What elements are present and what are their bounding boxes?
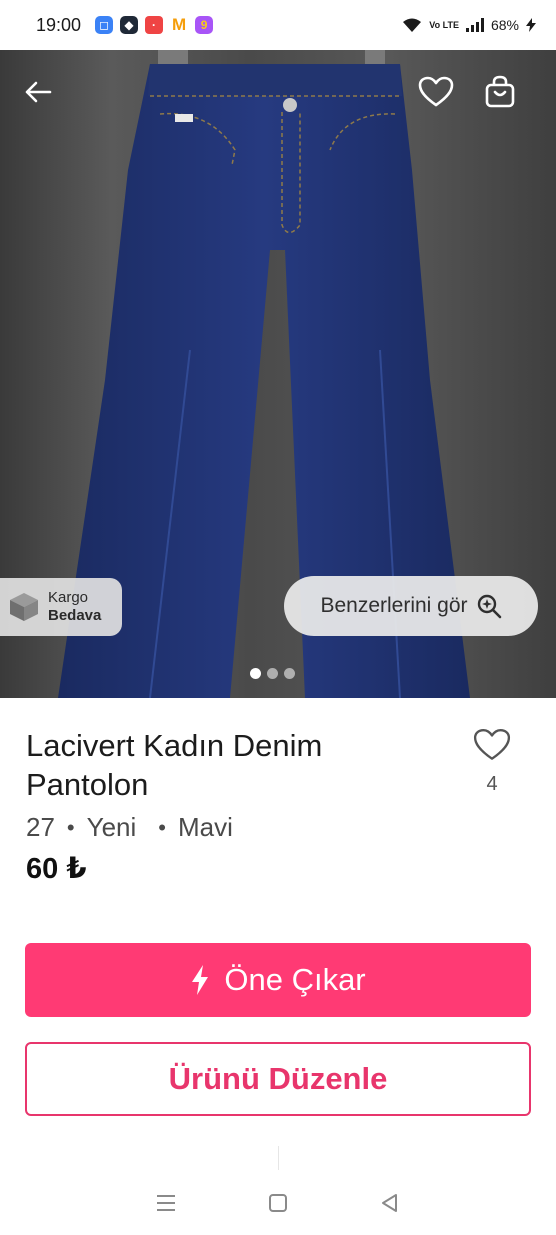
system-navigation-bar xyxy=(0,1170,556,1235)
meta-bullet: • xyxy=(158,814,166,840)
home-button[interactable] xyxy=(258,1183,298,1223)
product-price: 60 ₺ xyxy=(26,853,87,885)
free-shipping-text: Kargo Bedava xyxy=(48,589,101,625)
status-bar: 19:00 ◻ ◆ · M 9 Vo LTE 68% xyxy=(0,0,556,50)
app-red-icon: · xyxy=(145,16,164,34)
app-blue-icon: ◻ xyxy=(95,16,114,34)
heart-outline-icon xyxy=(418,76,454,107)
cart-button[interactable] xyxy=(480,72,520,112)
edit-product-label: Ürünü Düzenle xyxy=(168,1061,388,1096)
product-image[interactable]: Kargo Bedava Benzerlerini gör xyxy=(0,50,556,698)
favorite-count: 4 xyxy=(486,773,498,795)
pagination-dot-2[interactable] xyxy=(267,668,278,679)
product-condition: Yeni xyxy=(86,812,137,842)
triangle-back-icon xyxy=(382,1193,397,1212)
image-pagination xyxy=(250,668,295,679)
signal-icon xyxy=(465,18,484,32)
product-title: Lacivert Kadın Denim Pantolon xyxy=(26,728,323,802)
box-icon xyxy=(10,593,38,621)
partially-visible-row xyxy=(0,1142,556,1170)
product-size: 27 xyxy=(26,812,55,842)
product-brand: Mavi xyxy=(177,812,233,842)
free-shipping-line2: Bedava xyxy=(48,607,102,624)
pagination-dot-1[interactable] xyxy=(250,668,261,679)
app-g-icon: 9 xyxy=(195,16,214,34)
recent-apps-button[interactable] xyxy=(146,1183,186,1223)
pagination-dot-3[interactable] xyxy=(284,668,295,679)
status-app-icons: ◻ ◆ · M 9 xyxy=(95,15,214,34)
status-right: Vo LTE 68% xyxy=(402,17,536,33)
shopping-bag-icon xyxy=(485,75,515,108)
arrow-left-icon xyxy=(25,81,52,103)
free-shipping-line1: Kargo xyxy=(48,589,89,606)
lightning-icon xyxy=(192,965,209,995)
app-cube-icon: ◆ xyxy=(120,16,139,34)
favorite-counter[interactable]: 4 xyxy=(470,728,514,796)
divider xyxy=(278,1146,279,1170)
status-time: 19:00 xyxy=(36,14,82,35)
app-m-icon: M xyxy=(171,15,187,34)
battery-percent: 68% xyxy=(490,17,519,33)
see-similar-label: Benzerlerini gör xyxy=(320,594,468,617)
square-home-icon xyxy=(269,1193,287,1212)
product-meta: 27 • Yeni • Mavi xyxy=(26,812,233,843)
favorite-button[interactable] xyxy=(416,72,456,112)
heart-outline-icon xyxy=(473,729,511,760)
edit-product-button[interactable]: Ürünü Düzenle xyxy=(25,1042,531,1116)
menu-lines-icon xyxy=(157,1194,175,1211)
promote-label: Öne Çıkar xyxy=(224,962,366,997)
search-sparkle-icon xyxy=(477,594,501,619)
network-label: Vo LTE xyxy=(429,19,459,30)
promote-button[interactable]: Öne Çıkar xyxy=(25,943,531,1017)
meta-bullet: • xyxy=(66,814,75,840)
see-similar-button[interactable]: Benzerlerini gör xyxy=(284,576,538,636)
back-button[interactable] xyxy=(18,72,58,112)
wifi-icon xyxy=(403,18,422,32)
back-nav-button[interactable] xyxy=(370,1183,410,1223)
charging-icon xyxy=(526,18,536,32)
free-shipping-badge: Kargo Bedava xyxy=(0,578,122,636)
